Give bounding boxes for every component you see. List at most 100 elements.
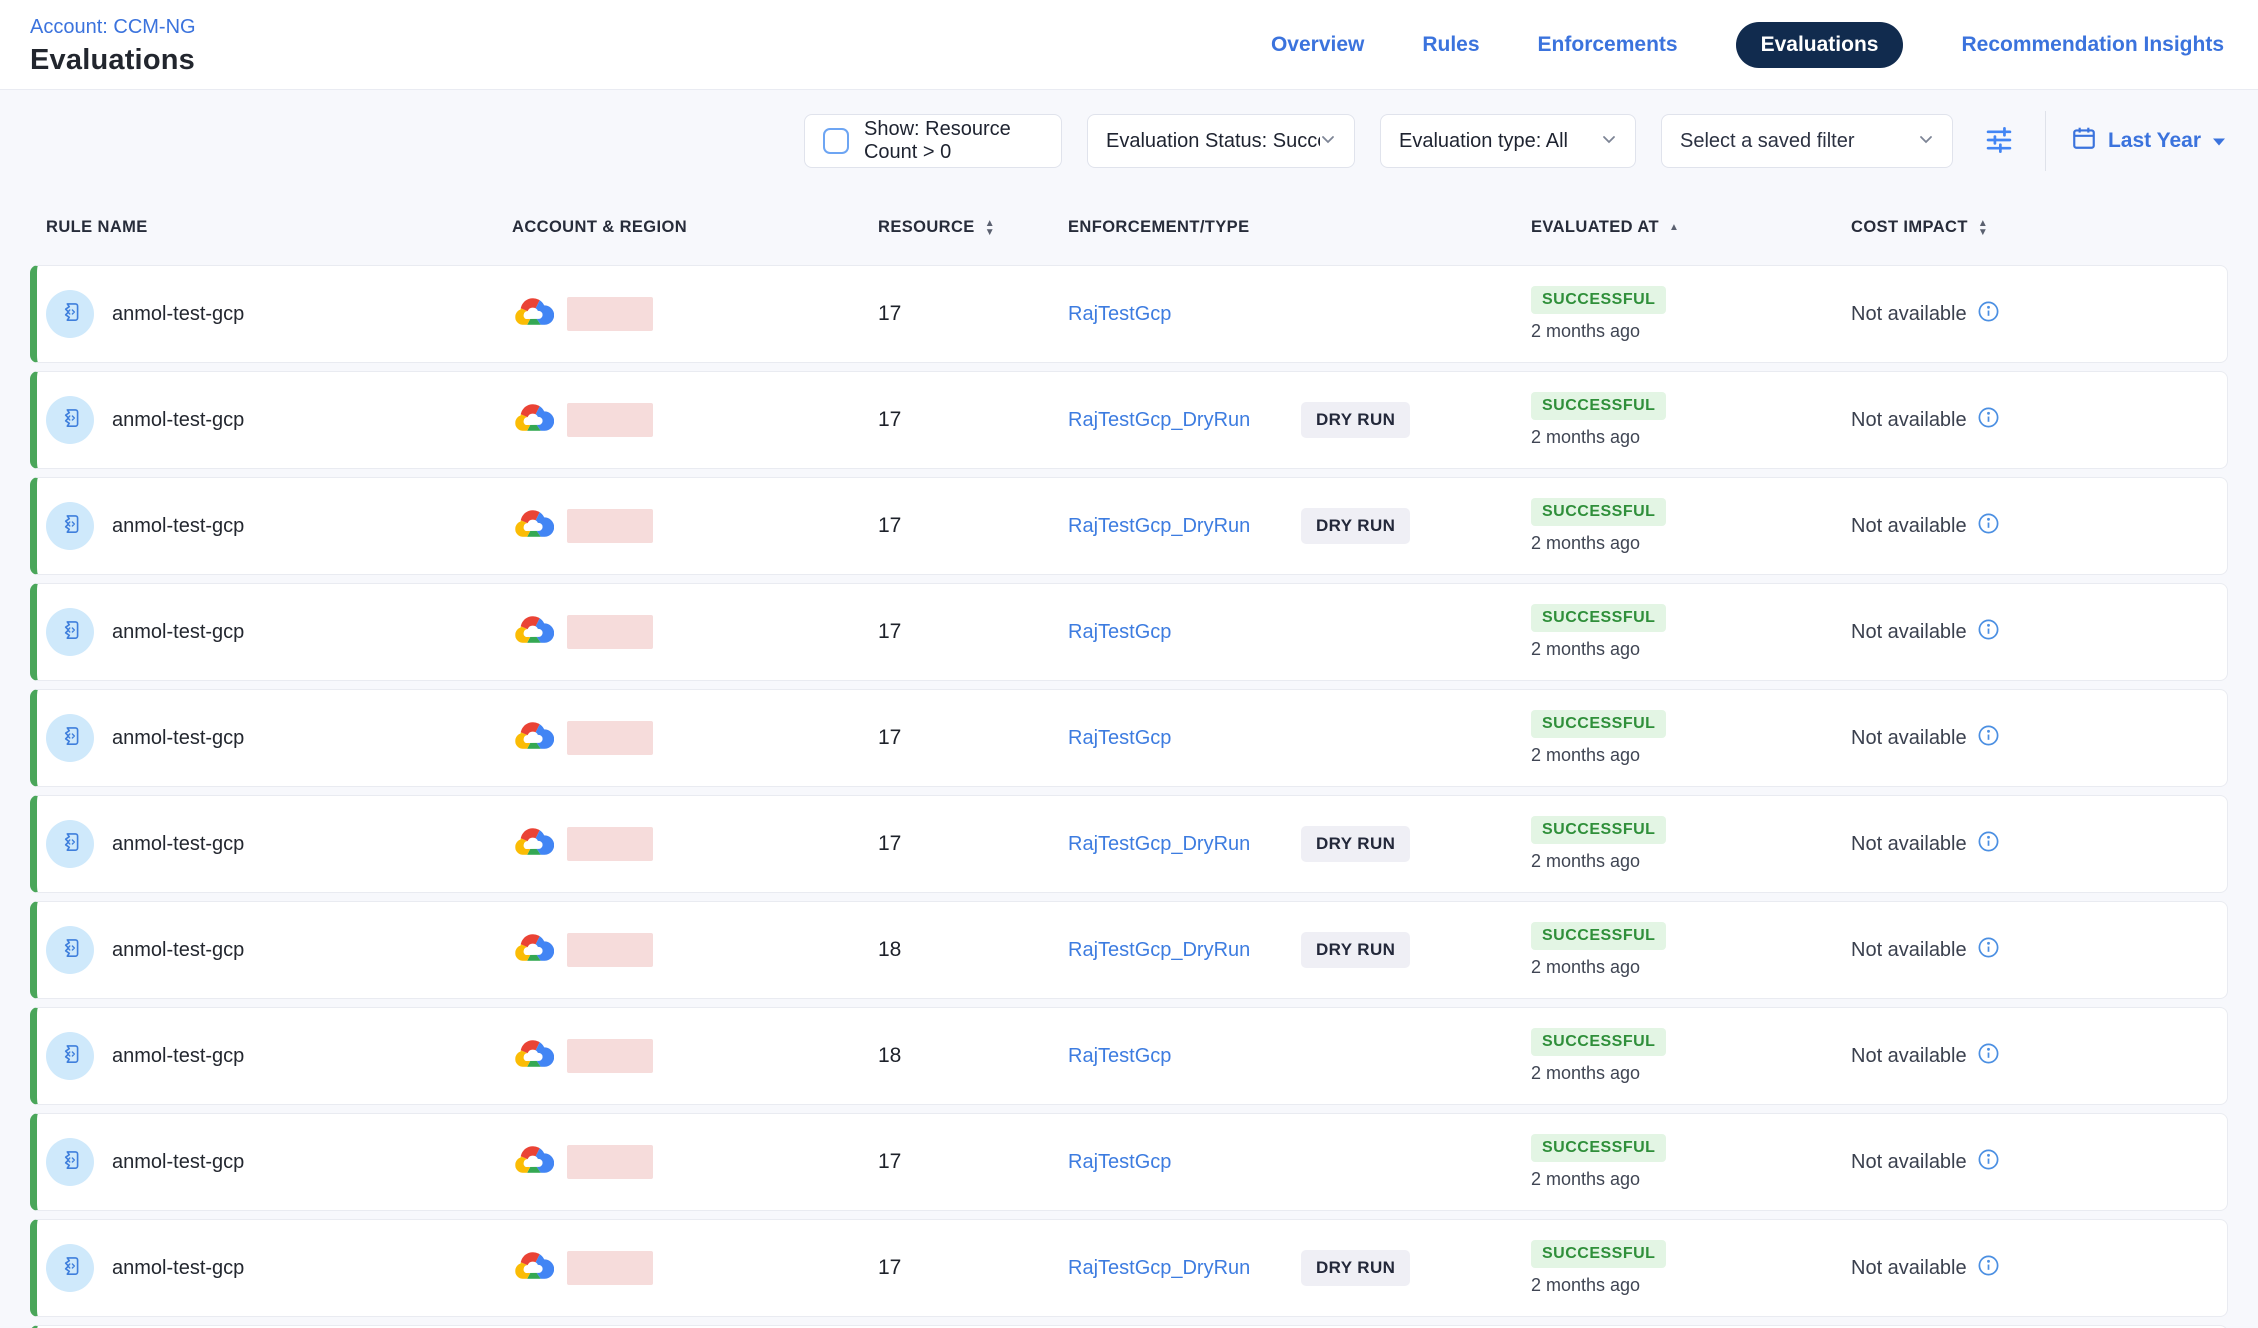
gcp-cloud-icon (512, 931, 554, 970)
rule-code-icon (57, 617, 83, 648)
resource-count: 17 (878, 302, 901, 325)
nav-tab-enforcements[interactable]: Enforcements (1538, 33, 1678, 57)
saved-filter-placeholder: Select a saved filter (1680, 130, 1855, 153)
enforcement-link[interactable]: RajTestGcp (1068, 727, 1301, 750)
gcp-cloud-icon (512, 613, 554, 652)
top-header: Account: CCM-NG Evaluations Overview Rul… (0, 0, 2258, 90)
chevron-down-icon (1320, 130, 1336, 153)
nav-tab-rules[interactable]: Rules (1422, 33, 1479, 57)
status-badge: SUCCESSFUL (1531, 1240, 1666, 1268)
filter-settings-button[interactable] (1978, 125, 2020, 158)
redacted-account-name (567, 297, 653, 331)
rule-code-icon (57, 1147, 83, 1178)
show-resource-count-checkbox[interactable] (823, 128, 849, 154)
cost-value: Not available (1851, 409, 1967, 432)
table-row: anmol-test-gcp 18 RajTestGcp (30, 1007, 2228, 1105)
table-row: anmol-test-gcp 17 RajTestGcp (30, 265, 2228, 363)
rule-avatar (46, 1244, 94, 1292)
column-header-evaluated-at: EVALUATED AT (1531, 218, 1659, 237)
redacted-account-name (567, 615, 653, 649)
enforcement-link[interactable]: RajTestGcp (1068, 303, 1301, 326)
enforcement-link[interactable]: RajTestGcp_DryRun (1068, 833, 1301, 856)
sort-icon[interactable]: ▲▼ (1978, 219, 1988, 237)
table-row: anmol-test-gcp 17 RajTestGcp_DryRun (30, 371, 2228, 469)
enforcement-link[interactable]: RajTestGcp_DryRun (1068, 515, 1301, 538)
evaluated-time: 2 months ago (1531, 1275, 1640, 1296)
cost-value: Not available (1851, 1257, 1967, 1280)
evaluated-time: 2 months ago (1531, 957, 1640, 978)
status-badge: SUCCESSFUL (1531, 392, 1666, 420)
table-header: RULE NAME ACCOUNT & REGION RESOURCE▲▼ EN… (30, 201, 2228, 248)
info-icon[interactable] (1977, 1042, 2000, 1071)
gcp-cloud-icon (512, 401, 554, 440)
enforcement-link[interactable]: RajTestGcp_DryRun (1068, 939, 1301, 962)
cost-value: Not available (1851, 515, 1967, 538)
resource-count: 17 (878, 620, 901, 643)
enforcement-link[interactable]: RajTestGcp (1068, 621, 1301, 644)
resource-count: 17 (878, 1256, 901, 1279)
enforcement-link[interactable]: RajTestGcp (1068, 1045, 1301, 1068)
evaluated-time: 2 months ago (1531, 745, 1640, 766)
rule-avatar (46, 714, 94, 762)
info-icon[interactable] (1977, 936, 2000, 965)
info-icon[interactable] (1977, 1254, 2000, 1283)
cost-value: Not available (1851, 1045, 1967, 1068)
rule-name: anmol-test-gcp (112, 727, 244, 750)
resource-count: 17 (878, 832, 901, 855)
rule-code-icon (57, 829, 83, 860)
cost-value: Not available (1851, 939, 1967, 962)
dry-run-badge: DRY RUN (1301, 508, 1410, 544)
show-resource-count-filter[interactable]: Show: Resource Count > 0 (804, 114, 1062, 168)
redacted-account-name (567, 721, 653, 755)
evaluation-type-dropdown[interactable]: Evaluation type: All (1380, 114, 1636, 168)
evaluated-time: 2 months ago (1531, 427, 1640, 448)
redacted-account-name (567, 509, 653, 543)
rule-code-icon (57, 723, 83, 754)
table-row: anmol-test-gcp 17 RajTestGcp_DryRun (30, 795, 2228, 893)
vertical-divider (2045, 111, 2046, 171)
nav-tab-overview[interactable]: Overview (1271, 33, 1364, 57)
enforcement-link[interactable]: RajTestGcp_DryRun (1068, 1257, 1301, 1280)
resource-count: 17 (878, 408, 901, 431)
rule-name: anmol-test-gcp (112, 1151, 244, 1174)
nav-tab-evaluations[interactable]: Evaluations (1736, 22, 1904, 68)
table-row: anmol-test-gcp 17 RajTestGcp (30, 689, 2228, 787)
sort-icon[interactable]: ▲▼ (985, 219, 995, 237)
info-icon[interactable] (1977, 724, 2000, 753)
gcp-cloud-icon (512, 719, 554, 758)
rule-avatar (46, 1032, 94, 1080)
nav-tab-recommendation-insights[interactable]: Recommendation Insights (1961, 33, 2224, 57)
rule-avatar (46, 396, 94, 444)
table-row: anmol-test-gcp 18 RajTestGcp_DryRun (30, 901, 2228, 999)
sort-icon[interactable]: ▲ (1669, 223, 1679, 232)
evaluation-status-dropdown[interactable]: Evaluation Status: Success (1087, 114, 1355, 168)
cost-value: Not available (1851, 727, 1967, 750)
info-icon[interactable] (1977, 618, 2000, 647)
rule-name: anmol-test-gcp (112, 515, 244, 538)
enforcement-link[interactable]: RajTestGcp_DryRun (1068, 409, 1301, 432)
status-badge: SUCCESSFUL (1531, 286, 1666, 314)
table-row: anmol-test-gcp 17 RajTestGcp (30, 1113, 2228, 1211)
gcp-cloud-icon (512, 825, 554, 864)
rule-avatar (46, 1138, 94, 1186)
caret-down-icon (2212, 129, 2226, 153)
sliders-icon (1982, 125, 2016, 158)
info-icon[interactable] (1977, 300, 2000, 329)
enforcement-link[interactable]: RajTestGcp (1068, 1151, 1301, 1174)
status-badge: SUCCESSFUL (1531, 1028, 1666, 1056)
column-header-rule-name: RULE NAME (46, 218, 148, 237)
date-range-value: Last Year (2108, 129, 2201, 153)
info-icon[interactable] (1977, 830, 2000, 859)
gcp-cloud-icon (512, 295, 554, 334)
cost-value: Not available (1851, 303, 1967, 326)
date-range-picker[interactable]: Last Year (2071, 125, 2226, 157)
info-icon[interactable] (1977, 1148, 2000, 1177)
redacted-account-name (567, 403, 653, 437)
cost-value: Not available (1851, 1151, 1967, 1174)
account-breadcrumb-link[interactable]: Account: CCM-NG (30, 16, 196, 39)
redacted-account-name (567, 933, 653, 967)
info-icon[interactable] (1977, 512, 2000, 541)
saved-filter-dropdown[interactable]: Select a saved filter (1661, 114, 1953, 168)
redacted-account-name (567, 1251, 653, 1285)
info-icon[interactable] (1977, 406, 2000, 435)
